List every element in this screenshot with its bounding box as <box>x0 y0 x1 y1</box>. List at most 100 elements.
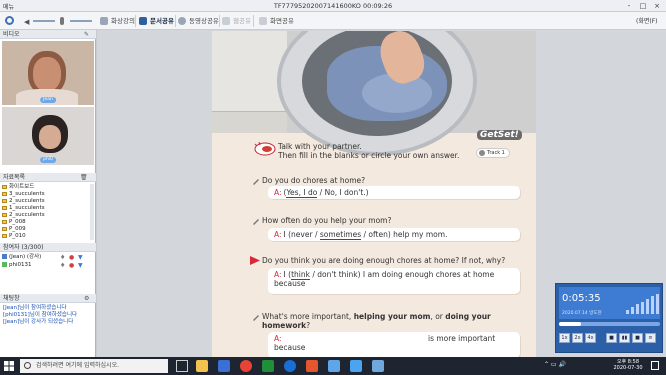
player-progress <box>559 322 582 326</box>
app-icon[interactable] <box>262 360 274 372</box>
app-icon[interactable] <box>328 360 340 372</box>
chat-message: [Jean]님이 참여하셨습니다 <box>3 305 67 311</box>
pin-icon[interactable]: ✎ <box>84 31 89 38</box>
user-icon <box>2 254 7 259</box>
chat-settings-icon[interactable]: ⚙ <box>84 295 89 302</box>
tab-screen-share[interactable]: 화면공유 <box>259 15 294 27</box>
toolbar: ◀ 화상강의 문서공유 동영상공유 웹공유 화면공유 (화면(F) <box>0 12 666 30</box>
question-4: What's more important, helping your mom,… <box>262 312 491 321</box>
speaker-icon[interactable]: ◀ <box>24 18 29 26</box>
file-explorer-icon[interactable] <box>196 360 208 372</box>
answer-box-3[interactable]: A: I (think / don't think) I am doing eno… <box>268 268 520 294</box>
taskbar-search-input[interactable]: 검색하려면 여기에 입력하십시오. <box>20 359 168 373</box>
maximize-button[interactable]: □ <box>636 1 650 11</box>
search-icon <box>24 362 31 369</box>
folder-icon <box>2 205 7 210</box>
answer-box-2[interactable]: A: I (never / sometimes / often) help my … <box>268 228 520 241</box>
webcam-icon[interactable] <box>5 16 14 25</box>
answer-marker: A: <box>274 334 282 343</box>
cam-status-icon: ● <box>69 262 75 269</box>
session-title: TF77795202007141600KO 00:09:26 <box>273 2 393 10</box>
taskbar: 검색하려면 여기에 입력하십시오. ⌃ ▭ 🔊 오후 8:58 2020-07-… <box>0 357 666 375</box>
speed-4x-button[interactable]: 4x <box>585 333 596 343</box>
pause-button[interactable]: ▮▮ <box>619 333 630 343</box>
cam-status-icon: ● <box>69 254 75 261</box>
participants-panel-header: 참여자 (3/300) <box>0 243 96 252</box>
mic-status-icon: ♦ <box>60 262 66 269</box>
tab-video-lecture[interactable]: 화상강의 <box>100 15 135 27</box>
resource-item[interactable]: P_008 <box>2 219 26 225</box>
document-icon <box>139 17 147 25</box>
volume-slider[interactable] <box>33 20 55 22</box>
resource-item[interactable]: P_010 <box>2 233 26 239</box>
question-4-line-2: homework? <box>262 321 311 330</box>
player-time: 0:05:35 <box>562 293 601 304</box>
tab-web-share[interactable]: 웹공유 <box>222 15 251 27</box>
folder-icon <box>2 212 7 217</box>
video-share-icon <box>178 17 186 25</box>
answer-marker: A: <box>274 230 282 239</box>
microphone-icon[interactable] <box>60 17 64 25</box>
participant-row[interactable]: phi0131 <box>2 262 32 268</box>
resource-item[interactable]: 3_succulents <box>2 191 45 197</box>
resource-item[interactable]: 화이트보드 <box>2 184 34 190</box>
speed-2x-button[interactable]: 2x <box>572 333 583 343</box>
video-tile-student[interactable]: phi0 <box>2 107 94 165</box>
player-seek-bar[interactable] <box>559 322 660 326</box>
speed-1x-button[interactable]: 1x <box>559 333 570 343</box>
tab-video-share[interactable]: 동영상공유 <box>178 15 219 27</box>
fullscreen-button[interactable]: (화면(F) <box>636 16 658 25</box>
washing-machine-photo <box>212 31 536 156</box>
chat-message: [Jean]님이 강사가 되셨습니다 <box>3 319 74 325</box>
minimize-button[interactable]: - <box>622 1 636 11</box>
taskbar-clock[interactable]: 오후 8:58 2020-07-30 <box>608 359 648 371</box>
document-viewer[interactable]: GetSet! Talk with your partner. Then fil… <box>97 30 666 357</box>
participant-row[interactable]: (Jean) (강사) <box>2 254 41 260</box>
question-2: How often do you help your mom? <box>262 216 392 225</box>
answer-marker: A: <box>274 188 282 197</box>
video-lecture-icon <box>100 17 108 25</box>
textbook-page[interactable]: GetSet! Talk with your partner. Then fil… <box>212 31 536 357</box>
cd-icon <box>479 150 485 156</box>
resource-item[interactable]: 1_succulents <box>2 205 45 211</box>
video-panel-header: 비디오 <box>0 30 96 39</box>
folder-icon <box>2 184 7 189</box>
resource-item[interactable]: 2_succulents <box>2 198 45 204</box>
app-icon[interactable] <box>350 360 362 372</box>
volume-bars-icon <box>626 294 659 314</box>
resource-item[interactable]: 2_succulents <box>2 212 45 218</box>
windows-start-icon[interactable] <box>4 361 14 371</box>
fish-icon <box>254 141 276 156</box>
close-button[interactable]: × <box>650 1 664 11</box>
user-icon <box>2 262 7 267</box>
resource-item[interactable]: P_009 <box>2 226 26 232</box>
app-icon[interactable] <box>306 360 318 372</box>
task-view-icon[interactable] <box>176 360 188 372</box>
question-3: Do you think you are doing enough chores… <box>262 256 506 265</box>
system-tray-icons[interactable]: ⌃ ▭ 🔊 <box>544 361 566 368</box>
delete-icon[interactable]: 🗑 <box>80 174 88 181</box>
video-tile-teacher[interactable]: Jean <box>2 41 94 105</box>
instruction-line-2: Then fill in the blanks or circle your o… <box>278 151 460 160</box>
video-name-badge: phi0 <box>40 157 56 163</box>
player-display: 0:05:35 2020.07.14 방도현 <box>559 287 660 319</box>
app-icon[interactable] <box>218 360 230 372</box>
answer-box-1[interactable]: A: (Yes, I do / No, I don't.) <box>268 186 520 199</box>
media-player[interactable]: 0:05:35 2020.07.14 방도현 1x 2x 4x ■ ▮▮ ■ ≡ <box>555 283 663 353</box>
title-bar: 메뉴 TF77795202007141600KO 00:09:26 - □ × <box>0 0 666 12</box>
pencil-icon <box>253 315 259 321</box>
stop-button[interactable]: ■ <box>606 333 617 343</box>
playlist-button[interactable]: ≡ <box>645 333 656 343</box>
lecture-app-icon[interactable] <box>372 360 384 372</box>
chrome-icon[interactable] <box>240 360 252 372</box>
answer-box-4[interactable]: A: is more important because <box>268 332 520 357</box>
record-button[interactable]: ■ <box>632 333 643 343</box>
resources-scrollbar[interactable] <box>90 184 94 240</box>
mic-volume-slider[interactable] <box>70 20 92 22</box>
share-status-icon: ▼ <box>78 262 83 269</box>
track-button[interactable]: Track 1 <box>476 148 510 158</box>
tab-document-share[interactable]: 문서공유 <box>139 15 174 27</box>
edge-icon[interactable] <box>284 360 296 372</box>
folder-icon <box>2 191 7 196</box>
notification-icon[interactable] <box>651 361 659 370</box>
